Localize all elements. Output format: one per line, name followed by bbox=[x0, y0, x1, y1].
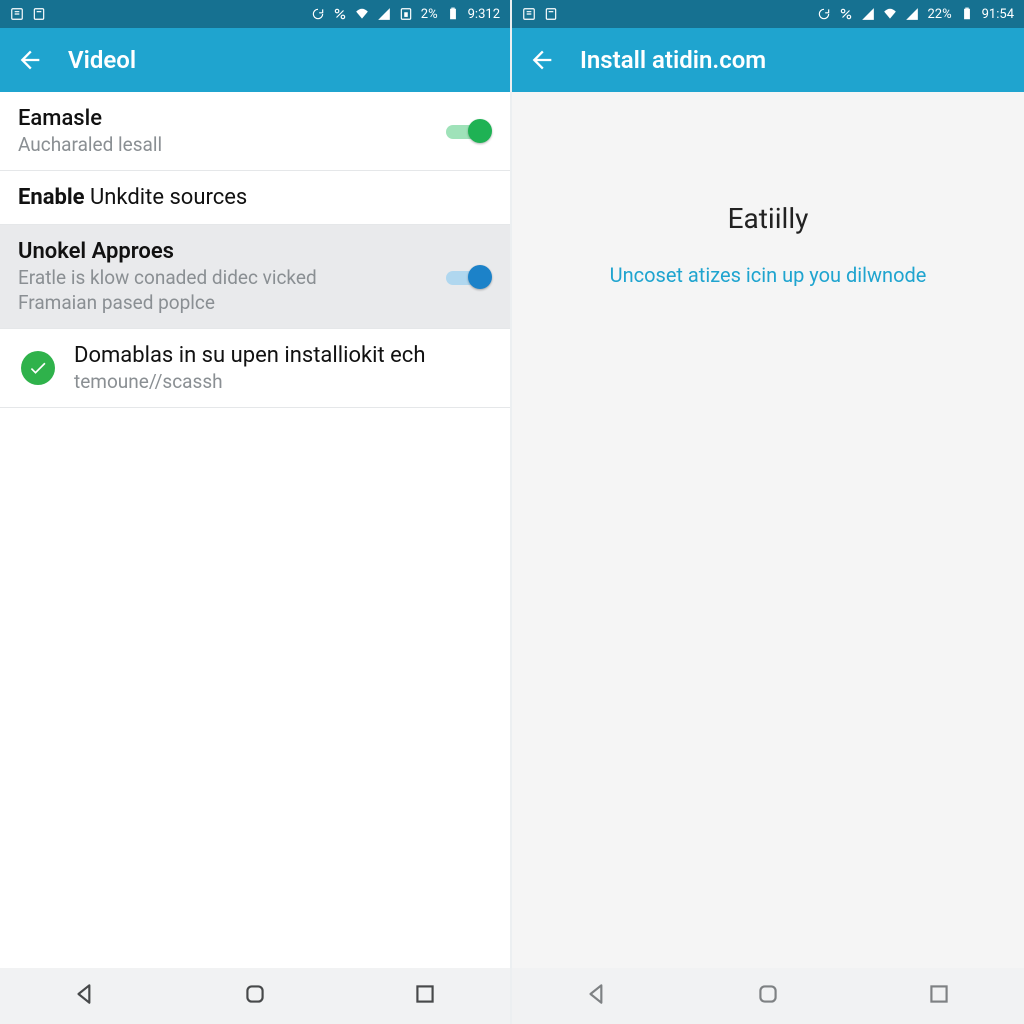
battery-percent: 2% bbox=[421, 7, 438, 22]
check-circle-icon bbox=[21, 351, 55, 385]
nav-bar bbox=[512, 968, 1024, 1024]
nav-recent-icon[interactable] bbox=[926, 981, 952, 1011]
row-sub2: Framaian pased poplce bbox=[18, 291, 446, 314]
row-enable-sources[interactable]: Enable Unkdite sources bbox=[0, 171, 510, 225]
nav-back-icon[interactable] bbox=[72, 981, 98, 1011]
battery-icon bbox=[960, 7, 974, 21]
install-subtext[interactable]: Uncoset atizes icin up you dilwnode bbox=[610, 263, 927, 287]
signal-icon bbox=[377, 7, 391, 21]
row-eamasle[interactable]: Eamasle Aucharaled lesall bbox=[0, 92, 510, 171]
back-button[interactable] bbox=[16, 46, 44, 74]
back-button[interactable] bbox=[528, 46, 556, 74]
row-title: Unokel Approes bbox=[18, 239, 446, 264]
notif-icon bbox=[522, 7, 536, 21]
nav-home-icon[interactable] bbox=[755, 981, 781, 1011]
toggle-eamasle[interactable] bbox=[446, 117, 492, 145]
row-title: Eamasle bbox=[18, 106, 446, 131]
signal-icon bbox=[861, 7, 875, 21]
status-bar: 2% 9:312 bbox=[0, 0, 510, 28]
battery-percent: 22% bbox=[927, 7, 951, 22]
nav-back-icon[interactable] bbox=[584, 981, 610, 1011]
page-title: Install atidin.com bbox=[580, 46, 766, 74]
app-bar: Videol bbox=[0, 28, 510, 92]
percent-icon bbox=[333, 7, 347, 21]
percent-icon bbox=[839, 7, 853, 21]
notif-icon bbox=[10, 7, 24, 21]
row-sub: temoune//scassh bbox=[74, 370, 492, 393]
signal2-icon bbox=[905, 7, 919, 21]
refresh-icon bbox=[817, 7, 831, 21]
settings-list: Eamasle Aucharaled lesall Enable Unkdite… bbox=[0, 92, 510, 968]
clock-text: 91:54 bbox=[982, 7, 1014, 22]
nav-bar bbox=[0, 968, 510, 1024]
app-bar: Install atidin.com bbox=[512, 28, 1024, 92]
sim-icon bbox=[399, 7, 413, 21]
right-phone: 22% 91:54 Install atidin.com Eatiilly Un… bbox=[512, 0, 1024, 1024]
left-phone: 2% 9:312 Videol Eamasle Aucharaled lesal… bbox=[0, 0, 512, 1024]
wifi-icon bbox=[355, 7, 369, 21]
nav-home-icon[interactable] bbox=[242, 981, 268, 1011]
refresh-icon bbox=[311, 7, 325, 21]
install-content: Eatiilly Uncoset atizes icin up you dilw… bbox=[512, 92, 1024, 968]
toggle-unokel[interactable] bbox=[446, 263, 492, 291]
status-bar: 22% 91:54 bbox=[512, 0, 1024, 28]
install-heading: Eatiilly bbox=[728, 202, 809, 235]
row-unokel-approes[interactable]: Unokel Approes Eratle is klow conaded di… bbox=[0, 225, 510, 329]
wifi-icon bbox=[883, 7, 897, 21]
row-subtitle: Aucharaled lesall bbox=[18, 133, 446, 156]
row-sub1: Eratle is klow conaded didec vicked bbox=[18, 266, 446, 289]
row-title: Domablas in su upen installiokit ech bbox=[74, 343, 492, 368]
clock-text: 9:312 bbox=[468, 7, 500, 22]
notif2-icon bbox=[32, 7, 46, 21]
page-title: Videol bbox=[68, 46, 136, 74]
battery-icon bbox=[446, 7, 460, 21]
row-domablas[interactable]: Domablas in su upen installiokit ech tem… bbox=[0, 329, 510, 408]
nav-recent-icon[interactable] bbox=[412, 981, 438, 1011]
notif2-icon bbox=[544, 7, 558, 21]
row-title: Enable Unkdite sources bbox=[18, 185, 492, 210]
